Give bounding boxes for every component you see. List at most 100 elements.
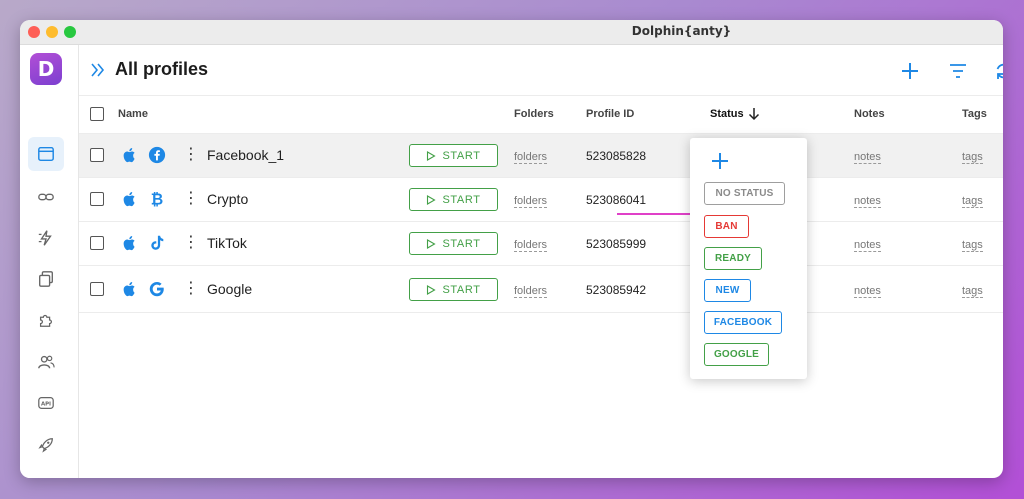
add-profile-button[interactable] [899,60,921,82]
plus-icon [902,63,918,79]
bitcoin-icon: ₿ [151,190,163,208]
profile-name[interactable]: Crypto [207,191,248,207]
filter-button[interactable] [947,60,969,82]
apple-icon [123,281,135,297]
refresh-button[interactable] [993,60,1003,82]
table-row[interactable]: ⋮ TikTok START folders 523085999 notes t… [79,222,1003,266]
row-menu-button[interactable]: ⋮ [183,235,199,251]
notes-link[interactable]: notes [854,285,881,298]
sidebar-item-api[interactable]: API [28,386,64,420]
add-status-icon[interactable] [709,150,731,172]
column-status[interactable]: Status [710,108,744,120]
sidebar-item-launch[interactable] [28,428,64,462]
sidebar-item-team[interactable] [28,345,64,379]
row-checkbox[interactable] [90,192,104,206]
title-bar: Dolphin{anty} [20,20,1003,45]
status-option-ready[interactable]: READY [704,247,762,270]
table-row[interactable]: ⋮ Facebook_1 START folders 523085828 not… [79,134,1003,178]
profile-id: 523085942 [586,283,647,297]
profile-id: 523085828 [586,149,647,163]
status-dropdown: NO STATUS BAN READY NEW FACEBOOK GOOGLE [690,138,807,379]
row-menu-button[interactable]: ⋮ [183,281,199,297]
table-row[interactable]: ₿ ⋮ Crypto START folders 523086041 notes… [79,178,1003,222]
status-option-google[interactable]: GOOGLE [704,343,769,366]
profile-id: 523086041 [586,193,647,207]
play-icon [427,238,437,249]
column-notes[interactable]: Notes [854,108,885,120]
play-icon [427,150,437,161]
double-chevron-right-icon[interactable] [89,61,107,79]
folders-link[interactable]: folders [514,195,548,208]
sidebar-item-profiles[interactable] [28,137,64,171]
row-menu-button[interactable]: ⋮ [183,147,199,163]
tiktok-icon [151,235,164,250]
start-button[interactable]: START [409,232,498,255]
notes-link[interactable]: notes [854,239,881,252]
row-menu-button[interactable]: ⋮ [183,191,199,207]
start-label: START [442,283,481,296]
apple-icon [123,191,135,207]
refresh-icon [996,63,1003,79]
profile-name[interactable]: Google [207,281,252,297]
automation-icon [38,230,52,246]
sidebar-item-automation[interactable] [28,221,64,255]
column-folders[interactable]: Folders [514,108,554,120]
extension-icon [39,314,53,327]
folders-link[interactable]: folders [514,239,548,252]
tags-link[interactable]: tags [962,151,983,164]
sort-arrow-down-icon[interactable] [748,107,760,121]
profile-name[interactable]: Facebook_1 [207,147,284,163]
profile-id: 523085999 [586,237,647,251]
column-profile-id[interactable]: Profile ID [586,108,634,120]
start-label: START [442,193,481,206]
row-checkbox[interactable] [90,282,104,296]
tags-link[interactable]: tags [962,239,983,252]
notes-link[interactable]: notes [854,195,881,208]
api-icon: API [38,396,54,410]
svg-text:₿: ₿ [151,190,163,208]
main-content: All profiles Name Folders Profile ID Sta… [79,45,1003,478]
facebook-icon [148,146,166,164]
users-icon [38,355,55,369]
column-name[interactable]: Name [118,108,148,120]
profile-name[interactable]: TikTok [207,235,247,251]
filter-icon [950,64,966,78]
sidebar-item-proxies[interactable] [28,180,64,214]
app-logo[interactable]: D [30,53,62,85]
table-row[interactable]: ⋮ Google START folders 523085942 notes t… [79,266,1003,313]
app-window: Dolphin{anty} D API All profiles Name Fo… [20,20,1003,478]
start-label: START [442,237,481,250]
status-option-facebook[interactable]: FACEBOOK [704,311,782,334]
start-button[interactable]: START [409,188,498,211]
row-checkbox[interactable] [90,236,104,250]
select-all-checkbox[interactable] [90,107,104,121]
api-icon-label: API [41,402,51,408]
page-title: All profiles [115,59,209,79]
play-icon [427,194,437,205]
folders-link[interactable]: folders [514,151,548,164]
status-option-no-status[interactable]: NO STATUS [704,182,785,205]
apple-icon [123,147,135,163]
link-icon [38,193,54,201]
sidebar-item-settings[interactable] [28,469,64,478]
row-checkbox[interactable] [90,148,104,162]
tags-link[interactable]: tags [962,195,983,208]
settings-icon [37,477,55,478]
start-button[interactable]: START [409,278,498,301]
status-option-new[interactable]: NEW [704,279,751,302]
play-icon [427,284,437,295]
browser-profiles-icon [38,146,54,162]
sidebar-item-extensions[interactable] [28,303,64,337]
notes-link[interactable]: notes [854,151,881,164]
column-tags[interactable]: Tags [962,108,987,120]
folders-link[interactable]: folders [514,285,548,298]
sidebar-item-templates[interactable] [28,262,64,296]
tags-link[interactable]: tags [962,285,983,298]
google-icon [149,281,164,297]
start-button[interactable]: START [409,144,498,167]
window-title: Dolphin{anty} [631,24,732,38]
status-option-ban[interactable]: BAN [704,215,749,238]
table-header: Name Folders Profile ID Status Notes Tag… [79,95,1003,134]
profiles-table: Name Folders Profile ID Status Notes Tag… [79,95,1003,313]
start-label: START [442,149,481,162]
